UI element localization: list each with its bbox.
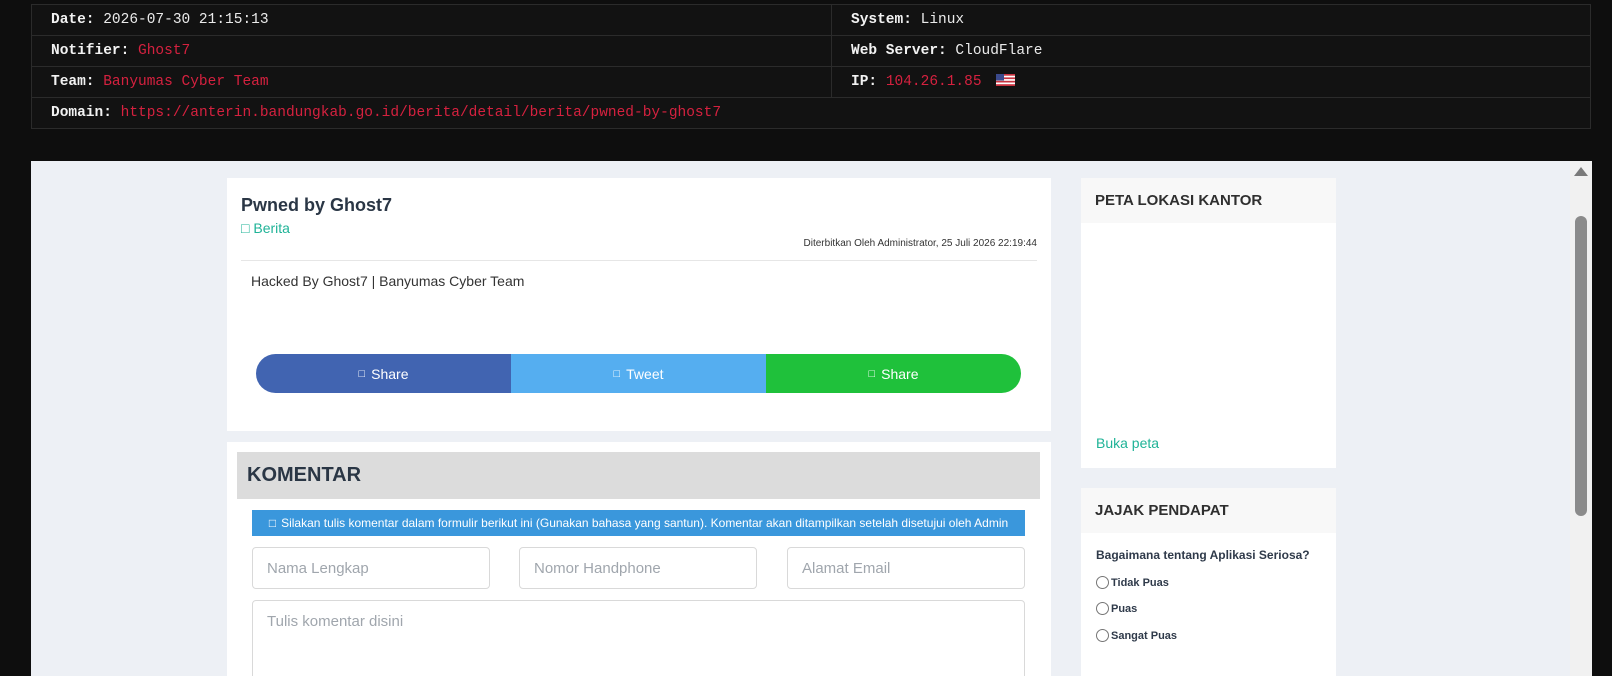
name-field[interactable] xyxy=(252,547,490,589)
notifier-cell: Notifier: Ghost7 xyxy=(31,35,832,67)
article-body: Hacked By Ghost7 | Banyumas Cyber Team xyxy=(251,273,525,289)
poll-widget-header: JAJAK PENDAPAT xyxy=(1081,488,1336,533)
whatsapp-share-label: Share xyxy=(881,365,919,382)
whatsapp-icon: □ xyxy=(868,367,876,380)
mirror-frame: Pwned by Ghost7 □ Berita Diterbitkan Ole… xyxy=(31,161,1592,676)
system-value: Linux xyxy=(920,12,965,28)
article-card: Pwned by Ghost7 □ Berita Diterbitkan Ole… xyxy=(227,178,1051,431)
article-meta: Diterbitkan Oleh Administrator, 25 Juli … xyxy=(803,238,1037,249)
phone-field[interactable] xyxy=(519,547,757,589)
article-category-link[interactable]: □ Berita xyxy=(241,220,290,236)
poll-widget: JAJAK PENDAPAT Bagaimana tentang Aplikas… xyxy=(1081,488,1336,676)
us-flag-icon xyxy=(996,74,1016,86)
whatsapp-share-button[interactable]: □ Share xyxy=(766,354,1021,393)
comment-notice: □ Silakan tulis komentar dalam formulir … xyxy=(252,510,1025,536)
map-widget-title: PETA LOKASI KANTOR xyxy=(1095,192,1263,209)
twitter-tweet-label: Tweet xyxy=(626,365,664,382)
scroll-up-arrow-icon[interactable] xyxy=(1574,167,1588,176)
poll-widget-title: JAJAK PENDAPAT xyxy=(1095,502,1229,519)
article-category-label: Berita xyxy=(253,220,290,236)
comments-title: KOMENTAR xyxy=(247,464,362,486)
webserver-label: Web Server: xyxy=(851,43,947,59)
twitter-tweet-button[interactable]: □ Tweet xyxy=(511,354,766,393)
facebook-icon: □ xyxy=(358,367,366,380)
email-field[interactable] xyxy=(787,547,1025,589)
poll-radio-tidak-puas[interactable] xyxy=(1096,576,1109,589)
poll-option-label: Tidak Puas xyxy=(1111,576,1169,589)
notifier-label: Notifier: xyxy=(51,43,130,59)
poll-question: Bagaimana tentang Aplikasi Seriosa? xyxy=(1096,548,1310,562)
divider xyxy=(241,260,1037,261)
date-cell: Date: 2026-07-30 21:15:13 xyxy=(31,4,832,36)
comments-card: KOMENTAR □ Silakan tulis komentar dalam … xyxy=(227,442,1051,676)
mirror-info-table: Date: 2026-07-30 21:15:13 System: Linux … xyxy=(31,4,1591,129)
comment-textarea[interactable] xyxy=(252,600,1025,676)
date-value: 2026-07-30 21:15:13 xyxy=(103,12,269,28)
system-label: System: xyxy=(851,12,912,28)
poll-option[interactable]: Sangat Puas xyxy=(1096,629,1177,642)
comments-header: KOMENTAR xyxy=(237,452,1040,499)
team-label: Team: xyxy=(51,74,95,90)
poll-option[interactable]: Tidak Puas xyxy=(1096,576,1169,589)
domain-link[interactable]: https://anterin.bandungkab.go.id/berita/… xyxy=(121,105,721,121)
scrollbar-thumb[interactable] xyxy=(1575,216,1587,516)
map-widget: PETA LOKASI KANTOR Buka peta xyxy=(1081,178,1336,468)
poll-radio-puas[interactable] xyxy=(1096,602,1109,615)
team-link[interactable]: Banyumas Cyber Team xyxy=(103,74,268,90)
webserver-value: CloudFlare xyxy=(955,43,1043,59)
poll-option-label: Sangat Puas xyxy=(1111,629,1178,642)
vertical-scrollbar[interactable] xyxy=(1570,161,1592,676)
domain-cell: Domain: https://anterin.bandungkab.go.id… xyxy=(31,97,1591,129)
team-cell: Team: Banyumas Cyber Team xyxy=(31,66,832,98)
poll-option-label: Puas xyxy=(1111,602,1138,615)
ip-label: IP: xyxy=(851,74,878,90)
domain-label: Domain: xyxy=(51,105,112,121)
poll-radio-sangat-puas[interactable] xyxy=(1096,629,1109,642)
open-map-link[interactable]: Buka peta xyxy=(1096,435,1159,451)
twitter-icon: □ xyxy=(613,367,621,380)
share-bar: □ Share □ Tweet □ Share xyxy=(256,354,1021,393)
date-label: Date: xyxy=(51,12,95,28)
article-title: Pwned by Ghost7 xyxy=(241,195,393,215)
webserver-cell: Web Server: CloudFlare xyxy=(831,35,1591,67)
poll-option[interactable]: Puas xyxy=(1096,602,1137,615)
map-widget-header: PETA LOKASI KANTOR xyxy=(1081,178,1336,223)
facebook-share-label: Share xyxy=(371,365,409,382)
ip-link[interactable]: 104.26.1.85 xyxy=(886,74,982,90)
info-icon: □ xyxy=(268,516,277,530)
system-cell: System: Linux xyxy=(831,4,1591,36)
facebook-share-button[interactable]: □ Share xyxy=(256,354,511,393)
folder-icon: □ xyxy=(241,220,250,236)
comment-notice-text: Silakan tulis komentar dalam formulir be… xyxy=(281,516,1009,530)
notifier-link[interactable]: Ghost7 xyxy=(138,43,190,59)
ip-cell: IP: 104.26.1.85 xyxy=(831,66,1591,98)
